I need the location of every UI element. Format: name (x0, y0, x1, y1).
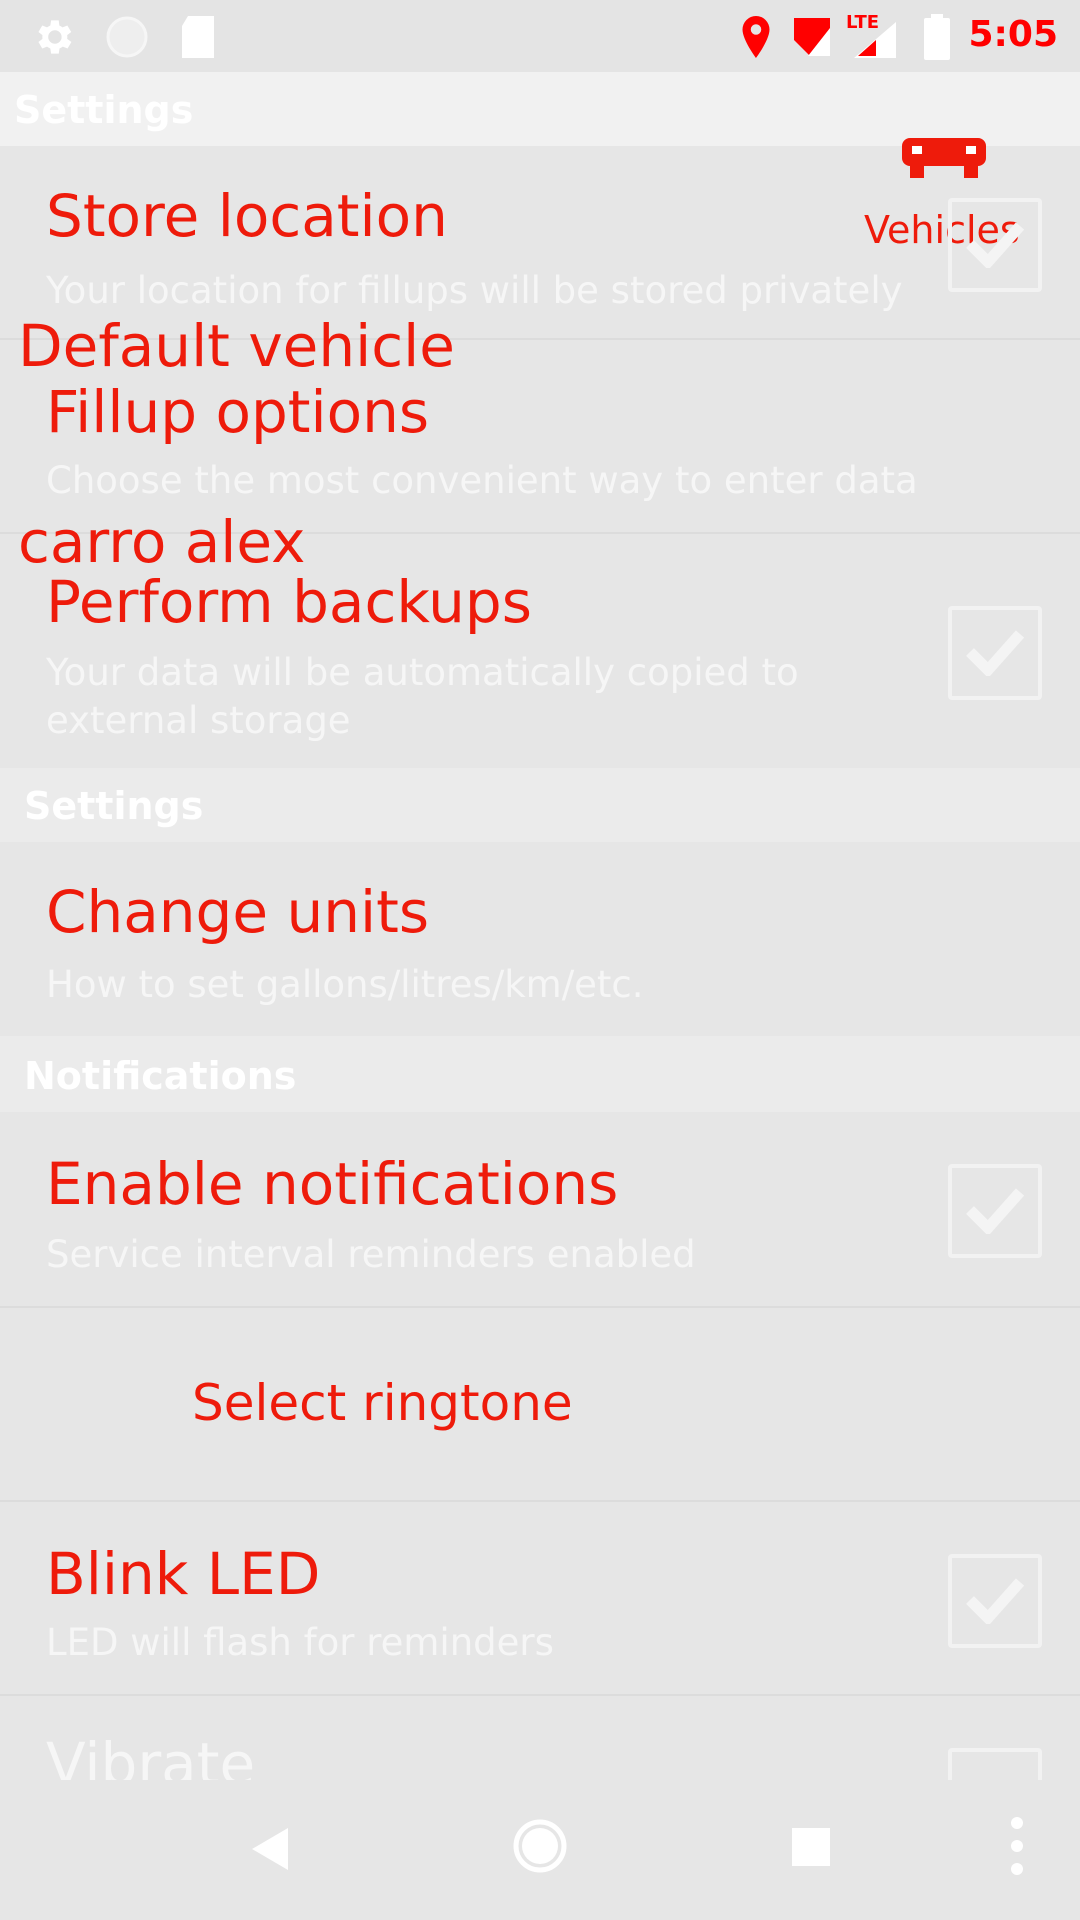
settings-gear-icon (30, 14, 76, 64)
lte-signal-icon: LTE (846, 12, 898, 64)
sd-card-icon (178, 14, 218, 64)
fillup-options-preference[interactable]: Fillup options Choose the most convenien… (0, 338, 1080, 534)
blink-led-preference[interactable]: Blink LED LED will flash for reminders (0, 1500, 1080, 1696)
blink-led-title: Blink LED (46, 1540, 321, 1608)
enable-notifications-title: Enable notifications (46, 1150, 619, 1218)
navigation-bar (0, 1780, 1080, 1920)
vibrate-preference[interactable]: Vibrate (0, 1694, 1080, 1780)
select-ringtone-title: Select ringtone (192, 1374, 573, 1432)
notifications-section-title: Notifications (24, 1054, 297, 1098)
perform-backups-summary-line2: external storage (46, 699, 351, 742)
change-units-preference[interactable]: Change units How to set gallons/litres/k… (0, 842, 1080, 1038)
store-location-preference[interactable]: Store location Your location for fillups… (0, 146, 1080, 340)
blink-led-checkbox[interactable] (948, 1554, 1042, 1648)
home-icon[interactable] (512, 1818, 568, 1878)
back-icon[interactable] (248, 1824, 292, 1878)
blink-led-summary: LED will flash for reminders (46, 1621, 554, 1664)
lte-label: LTE (846, 12, 880, 33)
perform-backups-title: Perform backups (46, 568, 532, 636)
store-location-summary: Your location for fillups will be stored… (46, 269, 903, 312)
notifications-section-header: Notifications (0, 1036, 1080, 1112)
volte-signal-icon (790, 14, 834, 64)
select-ringtone-preference[interactable]: Select ringtone (0, 1306, 1080, 1502)
enable-notifications-summary: Service interval reminders enabled (46, 1233, 696, 1276)
change-units-summary: How to set gallons/litres/km/etc. (46, 963, 644, 1006)
fillup-options-summary: Choose the most convenient way to enter … (46, 459, 918, 502)
status-time: 5:05 (968, 14, 1058, 55)
change-units-title: Change units (46, 878, 430, 946)
page-title: Settings (14, 88, 194, 132)
recents-icon[interactable] (792, 1828, 830, 1870)
overflow-menu-icon[interactable] (1010, 1816, 1024, 1880)
status-bar: LTE 5:05 (0, 0, 1080, 72)
perform-backups-checkbox[interactable] (948, 606, 1042, 700)
enable-notifications-preference[interactable]: Enable notifications Service interval re… (0, 1112, 1080, 1308)
perform-backups-preference[interactable]: Perform backups Your data will be automa… (0, 532, 1080, 770)
store-location-title: Store location (46, 182, 448, 250)
battery-icon (922, 14, 952, 64)
vibrate-checkbox[interactable] (948, 1748, 1042, 1780)
fillup-options-title: Fillup options (46, 378, 430, 446)
perform-backups-summary-line1: Your data will be automatically copied t… (46, 651, 799, 694)
location-pin-icon (738, 14, 774, 64)
circle-icon (104, 14, 150, 64)
store-location-checkbox[interactable] (948, 198, 1042, 292)
enable-notifications-checkbox[interactable] (948, 1164, 1042, 1258)
settings-section-title: Settings (24, 784, 204, 828)
vibrate-title: Vibrate (46, 1730, 256, 1780)
app-bar: Settings (0, 72, 1080, 146)
settings-section-header: Settings (0, 768, 1080, 842)
